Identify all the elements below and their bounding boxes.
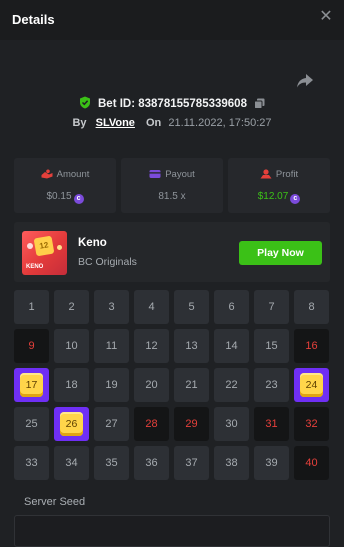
keno-cell-24[interactable]: 24 xyxy=(294,368,329,402)
keno-cell-14[interactable]: 14 xyxy=(214,329,249,363)
bet-stats: Amount $0.15 c Payout 81.5 x Profit $12.0… xyxy=(14,158,330,213)
keno-cell-8[interactable]: 8 xyxy=(294,290,329,324)
server-seed-field[interactable] xyxy=(14,515,330,547)
amount-card: Amount $0.15 c xyxy=(14,158,116,213)
share-icon[interactable] xyxy=(296,73,314,89)
profit-value: $12.07 xyxy=(257,191,289,202)
profit-card: Profit $12.07 c xyxy=(228,158,330,213)
keno-cell-28[interactable]: 28 xyxy=(134,407,169,441)
amount-label: Amount xyxy=(56,169,90,180)
game-card: 12 KENO Keno BC Originals Play Now xyxy=(14,222,330,282)
amount-value: $0.15 xyxy=(46,191,72,202)
keno-cell-5[interactable]: 5 xyxy=(174,290,209,324)
profit-icon xyxy=(260,169,272,179)
keno-cell-18[interactable]: 18 xyxy=(54,368,89,402)
wallet-icon xyxy=(149,170,161,178)
keno-cell-16[interactable]: 16 xyxy=(294,329,329,363)
hand-coin-icon xyxy=(41,169,53,179)
keno-hit-number: 24 xyxy=(300,373,323,397)
keno-cell-34[interactable]: 34 xyxy=(54,446,89,480)
keno-cell-25[interactable]: 25 xyxy=(14,407,49,441)
keno-cell-23[interactable]: 23 xyxy=(254,368,289,402)
keno-cell-26[interactable]: 26 xyxy=(54,407,89,441)
keno-cell-9[interactable]: 9 xyxy=(14,329,49,363)
page-title: Details xyxy=(12,12,55,27)
keno-cell-6[interactable]: 6 xyxy=(214,290,249,324)
username-link[interactable]: SLVone xyxy=(96,117,135,129)
bet-author-line: By SLVone On 21.11.2022, 17:50:27 xyxy=(0,117,344,129)
keno-cell-20[interactable]: 20 xyxy=(134,368,169,402)
shield-check-icon xyxy=(79,96,90,109)
play-now-button[interactable]: Play Now xyxy=(239,241,322,265)
close-icon[interactable]: ✕ xyxy=(318,9,334,25)
keno-cell-31[interactable]: 31 xyxy=(254,407,289,441)
keno-cell-37[interactable]: 37 xyxy=(174,446,209,480)
game-provider: BC Originals xyxy=(78,256,137,268)
keno-cell-33[interactable]: 33 xyxy=(14,446,49,480)
keno-hit-number: 17 xyxy=(20,373,43,397)
coin-icon: c xyxy=(73,194,84,204)
keno-cell-13[interactable]: 13 xyxy=(174,329,209,363)
payout-label: Payout xyxy=(165,169,195,180)
server-seed-label: Server Seed xyxy=(24,496,86,508)
keno-hit-number: 26 xyxy=(60,412,83,436)
keno-cell-11[interactable]: 11 xyxy=(94,329,129,363)
thumbnail-text: KENO xyxy=(26,264,44,270)
keno-cell-12[interactable]: 12 xyxy=(134,329,169,363)
copy-icon[interactable] xyxy=(254,98,265,109)
keno-cell-3[interactable]: 3 xyxy=(94,290,129,324)
keno-cell-7[interactable]: 7 xyxy=(254,290,289,324)
payout-value: 81.5 x xyxy=(158,191,186,202)
keno-cell-40[interactable]: 40 xyxy=(294,446,329,480)
keno-cell-27[interactable]: 27 xyxy=(94,407,129,441)
payout-card: Payout 81.5 x xyxy=(121,158,223,213)
by-label: By xyxy=(72,117,87,129)
keno-cell-10[interactable]: 10 xyxy=(54,329,89,363)
keno-cell-17[interactable]: 17 xyxy=(14,368,49,402)
keno-cell-2[interactable]: 2 xyxy=(54,290,89,324)
keno-cell-39[interactable]: 39 xyxy=(254,446,289,480)
keno-cell-38[interactable]: 38 xyxy=(214,446,249,480)
keno-cell-22[interactable]: 22 xyxy=(214,368,249,402)
keno-cell-4[interactable]: 4 xyxy=(134,290,169,324)
keno-cell-30[interactable]: 30 xyxy=(214,407,249,441)
keno-cell-32[interactable]: 32 xyxy=(294,407,329,441)
keno-cell-19[interactable]: 19 xyxy=(94,368,129,402)
keno-cell-15[interactable]: 15 xyxy=(254,329,289,363)
keno-cell-1[interactable]: 1 xyxy=(14,290,49,324)
bet-id-line: Bet ID: 83878155785339608 xyxy=(0,96,344,110)
keno-cell-36[interactable]: 36 xyxy=(134,446,169,480)
details-header: Details ✕ xyxy=(0,0,344,40)
bet-datetime: 21.11.2022, 17:50:27 xyxy=(168,117,272,129)
coin-icon: c xyxy=(290,194,301,204)
game-name: Keno xyxy=(78,237,107,249)
on-label: On xyxy=(146,117,162,129)
profit-label: Profit xyxy=(275,169,299,180)
keno-cell-21[interactable]: 21 xyxy=(174,368,209,402)
keno-cell-29[interactable]: 29 xyxy=(174,407,209,441)
keno-cell-35[interactable]: 35 xyxy=(94,446,129,480)
keno-board: 1 2 3 4 5 6 7 8 9 10 11 12 13 14 15 16 17 18 19 20 21 22 23 24 2… xyxy=(14,290,330,480)
keno-tile-icon: 12 xyxy=(33,235,55,257)
bet-id: Bet ID: 83878155785339608 xyxy=(98,98,247,110)
keno-thumbnail[interactable]: 12 KENO xyxy=(22,231,67,275)
